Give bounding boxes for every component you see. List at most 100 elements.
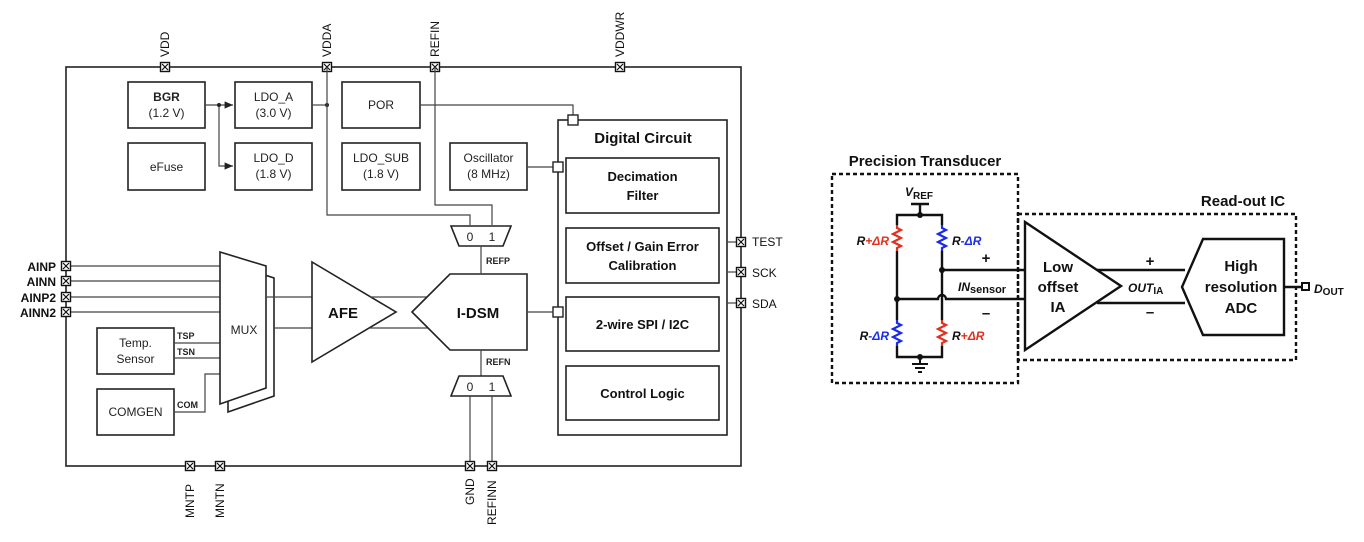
pin-label: REFIN [428, 21, 442, 57]
svg-text:offset: offset [1038, 279, 1079, 296]
out-minus-sign: – [1146, 304, 1154, 321]
readout-title: Read-out IC [1201, 193, 1285, 210]
pin-label: VDDA [320, 24, 334, 57]
adc-block: High resolution ADC [1180, 237, 1286, 337]
svg-text:0: 0 [467, 230, 474, 244]
calibration-block: Offset / Gain Error Calibration [565, 227, 720, 284]
tsp-label: TSP [177, 331, 195, 341]
svg-text:Control Logic: Control Logic [600, 386, 685, 401]
idsm-block: I-DSM [410, 273, 528, 351]
svg-text:POR: POR [368, 98, 394, 112]
in-sensor-label: INsensor [958, 280, 1007, 296]
svg-text:1: 1 [489, 230, 496, 244]
ldo-a-block: LDO_A (3.0 V) [234, 81, 313, 129]
ldo-d-block: LDO_D (1.8 V) [234, 142, 313, 191]
ground-icon [912, 357, 928, 373]
svg-text:LDO_SUB: LDO_SUB [353, 151, 409, 165]
svg-text:(1.8 V): (1.8 V) [255, 167, 291, 181]
port-icon [552, 161, 564, 173]
refn-label: REFN [486, 357, 511, 367]
instrumentation-amplifier: Low offset IA [1023, 219, 1124, 353]
pin-label: VDDWR [613, 11, 627, 57]
svg-text:Decimation: Decimation [607, 169, 677, 184]
resistor-bottom-right-label: R+ΔR [952, 329, 985, 343]
pin-sck-label: SCK [752, 266, 777, 280]
svg-text:1: 1 [489, 380, 496, 394]
tsn-label: TSN [177, 347, 195, 357]
out-plus-sign: + [1146, 253, 1155, 270]
control-logic-block: Control Logic [565, 365, 720, 421]
svg-text:(1.2 V): (1.2 V) [148, 106, 184, 120]
por-block: POR [341, 81, 421, 129]
in-plus-sign: + [982, 250, 991, 267]
pin-sda-label: SDA [752, 297, 777, 311]
com-label: COM [177, 400, 198, 410]
mux-block: MUX [219, 250, 275, 414]
bgr-block: BGR (1.2 V) [127, 81, 206, 129]
pin-mntp-label: MNTP [183, 484, 197, 518]
in-minus-sign: – [982, 305, 990, 322]
refp-mux: 0 1 REFP [449, 225, 513, 274]
right-pins: TEST SCK SDA [727, 235, 783, 311]
comgen-block: COMGEN COM [96, 373, 220, 436]
soc-block-diagram: VDD VDDA REFIN VDDWR BGR (1.2 V) LDO_A (… [20, 11, 783, 525]
top-pin-vdda: VDDA [320, 24, 334, 73]
pin-ainn-label: AINN [27, 275, 56, 289]
ldo-sub-block: LDO_SUB (1.8 V) [341, 142, 421, 191]
svg-text:BGR: BGR [153, 90, 180, 104]
pad-icon [614, 61, 626, 73]
vref-node: VREF [905, 185, 933, 218]
top-pin-vddwr: VDDWR [613, 11, 627, 73]
transducer-title: Precision Transducer [849, 153, 1002, 170]
svg-text:IA: IA [1051, 299, 1066, 316]
svg-text:(8 MHz): (8 MHz) [467, 167, 510, 181]
resistor-bottom-left-label: R-ΔR [860, 329, 890, 343]
top-pin-vdd: VDD [158, 31, 172, 73]
svg-text:I-DSM: I-DSM [457, 305, 500, 322]
svg-text:Calibration: Calibration [609, 258, 677, 273]
pin-ainn2-label: AINN2 [20, 306, 56, 320]
pad-icon [159, 61, 171, 73]
resistor-top-left-label: R+ΔR [857, 234, 890, 248]
svg-text:COMGEN: COMGEN [109, 405, 163, 419]
afe-block: AFE [311, 260, 398, 364]
svg-text:eFuse: eFuse [150, 160, 184, 174]
svg-text:Offset / Gain Error: Offset / Gain Error [586, 239, 699, 254]
oscillator-block: Oscillator (8 MHz) [449, 142, 528, 191]
svg-text:High: High [1224, 258, 1257, 275]
resistor-top-right-label: R-ΔR [952, 234, 982, 248]
efuse-block: eFuse [127, 142, 206, 191]
svg-text:MUX: MUX [231, 323, 258, 337]
resistor-top-right-icon [935, 225, 949, 251]
resistor-bottom-right-icon [935, 320, 949, 346]
svg-text:LDO_D: LDO_D [253, 151, 293, 165]
bottom-pins: MNTP MNTN GND REFINN [183, 460, 499, 525]
pin-label: VDD [158, 31, 172, 57]
pin-ainp-label: AINP [27, 260, 56, 274]
transducer-boundary [830, 172, 1020, 385]
digital-circuit-title: Digital Circuit [594, 130, 692, 147]
spi-i2c-block: 2-wire SPI / I2C [565, 296, 720, 352]
svg-text:(1.8 V): (1.8 V) [363, 167, 399, 181]
left-pins: AINP AINN AINP2 AINN2 [20, 260, 220, 320]
pin-refinn-label: REFINN [485, 480, 499, 525]
svg-text:LDO_A: LDO_A [254, 90, 293, 104]
svg-text:2-wire SPI / I2C: 2-wire SPI / I2C [596, 317, 690, 332]
decimation-filter-block: Decimation Filter [565, 157, 720, 214]
top-pin-refin: REFIN [428, 21, 442, 73]
refn-mux: REFN 0 1 [449, 350, 513, 466]
svg-text:Filter: Filter [627, 188, 659, 203]
svg-text:Sensor: Sensor [116, 352, 154, 366]
svg-text:Oscillator: Oscillator [463, 151, 513, 165]
dout-label: DOUT [1314, 282, 1344, 298]
svg-text:ADC: ADC [1225, 300, 1258, 317]
refp-label: REFP [486, 256, 510, 266]
dout-pad-icon [1301, 282, 1310, 291]
svg-text:Temp.: Temp. [119, 336, 152, 350]
temp-sensor-block: Temp. Sensor TSP TSN [96, 327, 220, 375]
svg-text:0: 0 [467, 380, 474, 394]
digital-circuit: Digital Circuit Decimation Filter Offset… [552, 114, 728, 436]
sensor-readout-diagram: Precision Transducer Read-out IC VREF R+… [830, 153, 1344, 385]
svg-text:(3.0 V): (3.0 V) [255, 106, 291, 120]
pin-gnd-label: GND [463, 478, 477, 505]
